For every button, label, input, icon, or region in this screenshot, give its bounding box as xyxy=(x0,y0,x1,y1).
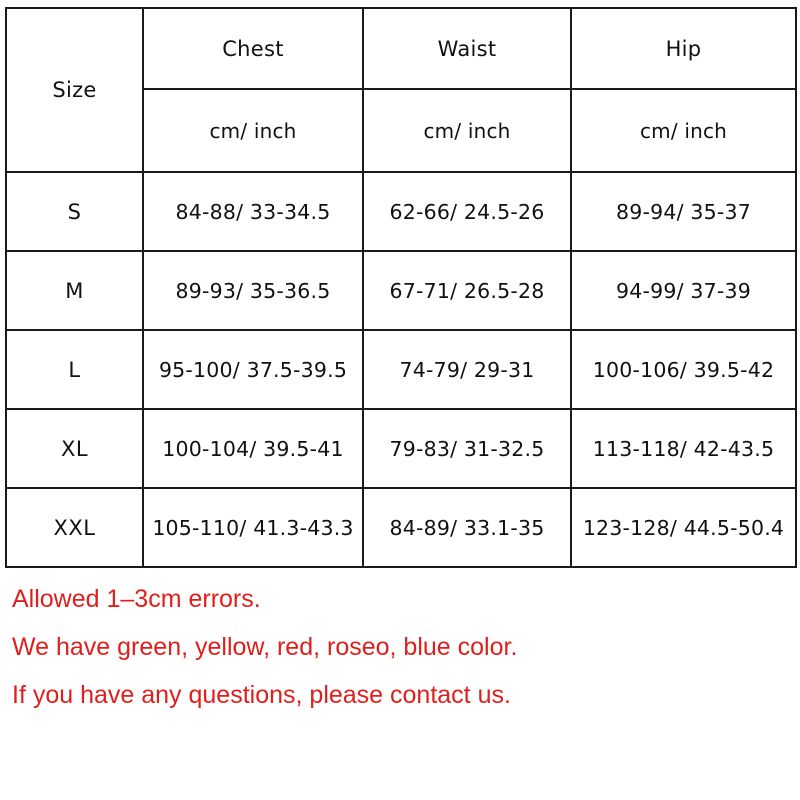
notes-block: Allowed 1–3cm errors. We have green, yel… xyxy=(12,575,792,719)
header-cell-chest: Chest xyxy=(142,7,364,90)
cell-waist-xxl: 84-89/ 33.1-35 xyxy=(362,487,572,568)
cell-size-m: M xyxy=(5,250,144,331)
cell-hip-m: 94-99/ 37-39 xyxy=(570,250,797,331)
header-row-measurements: Size Chest Waist Hip xyxy=(5,7,797,173)
note-line-contact: If you have any questions, please contac… xyxy=(12,681,511,709)
cell-hip-l: 100-106/ 39.5-42 xyxy=(570,329,797,410)
table-row: S 84-88/ 33-34.5 62-66/ 24.5-26 89-94/ 3… xyxy=(5,171,797,252)
cell-waist-s: 62-66/ 24.5-26 xyxy=(362,171,572,252)
cell-size-s: S xyxy=(5,171,144,252)
size-chart-page: Size Chest Waist Hip cm/ inch cm/ inch c… xyxy=(0,0,800,800)
cell-chest-l: 95-100/ 37.5-39.5 xyxy=(142,329,364,410)
cell-hip-xl: 113-118/ 42-43.5 xyxy=(570,408,797,489)
header-unit-waist: cm/ inch xyxy=(362,88,572,173)
table-row: XL 100-104/ 39.5-41 79-83/ 31-32.5 113-1… xyxy=(5,408,797,489)
table-row: M 89-93/ 35-36.5 67-71/ 26.5-28 94-99/ 3… xyxy=(5,250,797,331)
header-unit-chest: cm/ inch xyxy=(142,88,364,173)
header-cell-hip: Hip xyxy=(570,7,797,90)
cell-size-xl: XL xyxy=(5,408,144,489)
cell-hip-s: 89-94/ 35-37 xyxy=(570,171,797,252)
header-unit-hip: cm/ inch xyxy=(570,88,797,173)
cell-hip-xxl: 123-128/ 44.5-50.4 xyxy=(570,487,797,568)
cell-chest-xl: 100-104/ 39.5-41 xyxy=(142,408,364,489)
table-body: S 84-88/ 33-34.5 62-66/ 24.5-26 89-94/ 3… xyxy=(5,171,797,568)
cell-waist-xl: 79-83/ 31-32.5 xyxy=(362,408,572,489)
note-line-tolerance: Allowed 1–3cm errors. xyxy=(12,585,261,613)
header-cell-waist: Waist xyxy=(362,7,572,90)
note-line-colors: We have green, yellow, red, roseo, blue … xyxy=(12,633,518,661)
cell-chest-xxl: 105-110/ 41.3-43.3 xyxy=(142,487,364,568)
header-cell-size: Size xyxy=(5,7,144,173)
cell-chest-s: 84-88/ 33-34.5 xyxy=(142,171,364,252)
cell-size-xxl: XXL xyxy=(5,487,144,568)
table-header: Size Chest Waist Hip cm/ inch cm/ inch c… xyxy=(5,7,797,173)
cell-size-l: L xyxy=(5,329,144,410)
cell-waist-m: 67-71/ 26.5-28 xyxy=(362,250,572,331)
cell-chest-m: 89-93/ 35-36.5 xyxy=(142,250,364,331)
table-row: L 95-100/ 37.5-39.5 74-79/ 29-31 100-106… xyxy=(5,329,797,410)
size-chart-table: Size Chest Waist Hip cm/ inch cm/ inch c… xyxy=(5,7,797,568)
size-table-container: Size Chest Waist Hip cm/ inch cm/ inch c… xyxy=(5,7,797,568)
table-row: XXL 105-110/ 41.3-43.3 84-89/ 33.1-35 12… xyxy=(5,487,797,568)
cell-waist-l: 74-79/ 29-31 xyxy=(362,329,572,410)
